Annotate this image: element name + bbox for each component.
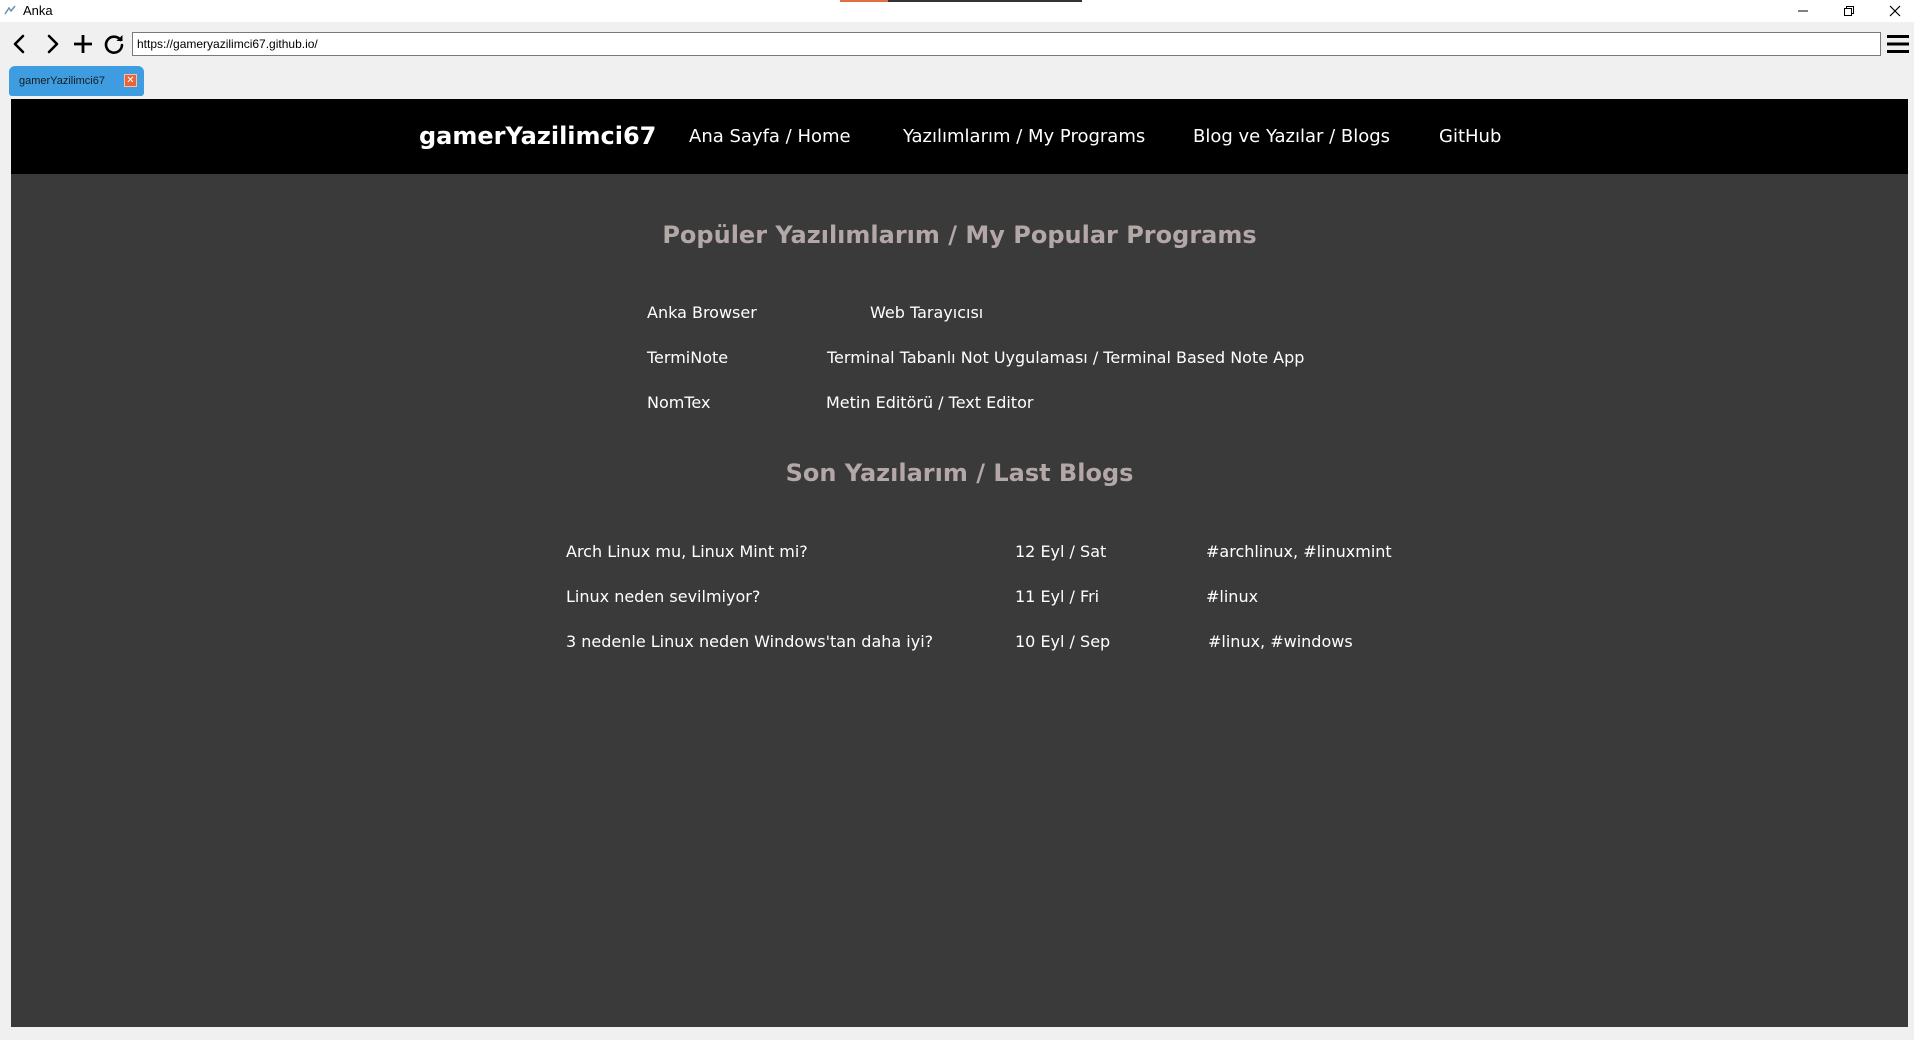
window-title: Anka bbox=[23, 3, 53, 18]
forward-arrow-icon bbox=[47, 34, 59, 54]
title-accent-strip bbox=[840, 0, 1082, 2]
tab-close-icon[interactable]: ✕ bbox=[124, 74, 137, 87]
forward-button[interactable] bbox=[38, 30, 66, 58]
program-name-nomtex[interactable]: NomTex bbox=[647, 393, 710, 412]
site-navbar: gamerYazilimci67 Ana Sayfa / Home Yazılı… bbox=[11, 99, 1908, 174]
blog-title-link[interactable]: Arch Linux mu, Linux Mint mi? bbox=[566, 542, 808, 561]
blog-tags: #linux bbox=[1206, 587, 1259, 606]
programs-section-title: Popüler Yazılımlarım / My Popular Progra… bbox=[662, 221, 1257, 249]
web-page: gamerYazilimci67 Ana Sayfa / Home Yazılı… bbox=[11, 99, 1908, 1027]
minimize-button[interactable] bbox=[1780, 0, 1826, 22]
window-title-bar: Anka bbox=[0, 0, 1914, 22]
minimize-icon bbox=[1798, 10, 1808, 12]
restore-icon bbox=[1844, 6, 1854, 16]
nav-link-programs[interactable]: Yazılımlarım / My Programs bbox=[903, 126, 1145, 147]
nav-link-blogs[interactable]: Blog ve Yazılar / Blogs bbox=[1193, 126, 1390, 147]
program-description: Metin Editörü / Text Editor bbox=[826, 393, 1034, 412]
blog-title-link[interactable]: Linux neden sevilmiyor? bbox=[566, 587, 760, 606]
close-window-button[interactable] bbox=[1872, 0, 1914, 22]
back-arrow-icon bbox=[13, 34, 25, 54]
blog-date: 11 Eyl / Fri bbox=[1015, 587, 1100, 606]
address-bar[interactable] bbox=[132, 32, 1881, 56]
app-icon bbox=[4, 5, 16, 15]
nav-link-github[interactable]: GitHub bbox=[1439, 126, 1501, 147]
tab-label: gamerYazilimci67 bbox=[19, 75, 105, 87]
tab-strip: gamerYazilimci67 ✕ bbox=[0, 66, 1914, 98]
blog-title-link[interactable]: 3 nedenle Linux neden Windows'tan daha i… bbox=[566, 632, 933, 651]
close-icon bbox=[1889, 5, 1901, 17]
reload-icon bbox=[104, 35, 124, 54]
back-button[interactable] bbox=[6, 30, 34, 58]
blogs-section-title: Son Yazılarım / Last Blogs bbox=[785, 459, 1134, 487]
program-name-anka-browser[interactable]: Anka Browser bbox=[647, 303, 757, 322]
browser-menu-button[interactable] bbox=[1884, 30, 1912, 58]
blog-date: 12 Eyl / Sat bbox=[1015, 542, 1107, 561]
hamburger-menu-icon bbox=[1887, 35, 1909, 53]
browser-toolbar bbox=[0, 22, 1914, 66]
nav-link-home[interactable]: Ana Sayfa / Home bbox=[689, 126, 851, 147]
site-brand-link[interactable]: gamerYazilimci67 bbox=[419, 122, 656, 150]
plus-icon bbox=[74, 35, 92, 53]
program-name-terminote[interactable]: TermiNote bbox=[647, 348, 728, 367]
blog-tags: #linux, #windows bbox=[1208, 632, 1353, 651]
new-tab-button[interactable] bbox=[69, 30, 97, 58]
tab-gameryazilimci67[interactable]: gamerYazilimci67 ✕ bbox=[9, 66, 144, 96]
program-description: Web Tarayıcısı bbox=[870, 303, 984, 322]
restore-button[interactable] bbox=[1826, 0, 1872, 22]
blog-date: 10 Eyl / Sep bbox=[1015, 632, 1111, 651]
program-description: Terminal Tabanlı Not Uygulaması / Termin… bbox=[827, 348, 1305, 367]
blog-tags: #archlinux, #linuxmint bbox=[1206, 542, 1392, 561]
reload-button[interactable] bbox=[100, 30, 128, 58]
